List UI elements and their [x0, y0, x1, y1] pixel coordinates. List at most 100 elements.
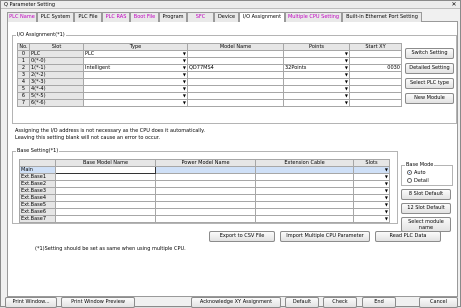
- start-xy-cell[interactable]: [349, 99, 402, 107]
- start-xy-cell[interactable]: [349, 71, 402, 79]
- power-model-cell[interactable]: [155, 201, 256, 209]
- dropdown-arrow-icon[interactable]: ▼: [183, 66, 186, 71]
- dropdown-arrow-icon[interactable]: ▼: [385, 182, 388, 187]
- dropdown-arrow-icon[interactable]: ▼: [385, 203, 388, 208]
- slots-cell[interactable]: ▼: [353, 208, 390, 216]
- model-cell[interactable]: [187, 99, 284, 107]
- slots-cell[interactable]: ▼: [353, 201, 390, 209]
- tab-device[interactable]: Device: [214, 12, 239, 22]
- 8-slot-default-button[interactable]: 8 Slot Default: [401, 189, 451, 200]
- table-row[interactable]: 4 3(*-3) ▼ ▼: [17, 78, 402, 86]
- model-cell[interactable]: QD77MS4: [187, 64, 284, 72]
- dropdown-arrow-icon[interactable]: ▼: [345, 101, 348, 106]
- table-row[interactable]: 3 2(*-2) ▼ ▼: [17, 71, 402, 79]
- tab-boot-file[interactable]: Boot File: [130, 12, 159, 22]
- dropdown-arrow-icon[interactable]: ▼: [385, 217, 388, 222]
- dropdown-arrow-icon[interactable]: ▼: [345, 87, 348, 92]
- power-model-cell[interactable]: [155, 215, 256, 223]
- switch-setting-button[interactable]: Switch Setting: [405, 48, 454, 59]
- check-button[interactable]: Check: [323, 297, 357, 308]
- slots-cell[interactable]: ▼: [353, 187, 390, 195]
- radio-selected-icon[interactable]: [407, 170, 412, 175]
- 12-slot-default-button[interactable]: 12 Slot Default: [401, 203, 451, 214]
- dropdown-arrow-icon[interactable]: ▼: [385, 168, 388, 173]
- end-button[interactable]: End: [362, 297, 396, 308]
- points-cell[interactable]: ▼: [283, 78, 350, 86]
- model-cell[interactable]: [187, 57, 284, 65]
- base-mode-detail-option[interactable]: Detail: [407, 178, 429, 185]
- dropdown-arrow-icon[interactable]: ▼: [345, 94, 348, 99]
- extension-cable-cell[interactable]: [255, 215, 354, 223]
- base-model-cell[interactable]: [55, 194, 156, 202]
- type-cell[interactable]: ▼: [83, 71, 188, 79]
- model-cell[interactable]: [187, 85, 284, 93]
- slots-cell[interactable]: ▼: [353, 173, 390, 181]
- power-model-cell[interactable]: [155, 194, 256, 202]
- table-row[interactable]: 0 PLC PLC ▼ ▼: [17, 50, 402, 58]
- type-cell[interactable]: PLC ▼: [83, 50, 188, 58]
- slots-cell[interactable]: ▼: [353, 166, 390, 174]
- close-icon[interactable]: ✕: [450, 1, 458, 8]
- start-xy-cell[interactable]: [349, 50, 402, 58]
- dropdown-arrow-icon[interactable]: ▼: [385, 175, 388, 180]
- extension-cable-cell[interactable]: [255, 166, 354, 174]
- new-module-button[interactable]: New Module: [405, 93, 454, 104]
- dropdown-arrow-icon[interactable]: ▼: [385, 210, 388, 215]
- dropdown-arrow-icon[interactable]: ▼: [345, 73, 348, 78]
- type-cell[interactable]: ▼: [83, 57, 188, 65]
- type-cell[interactable]: ▼: [83, 92, 188, 100]
- select-plc-type-button[interactable]: Select PLC type: [405, 78, 454, 89]
- base-model-cell[interactable]: [55, 173, 156, 181]
- start-xy-cell[interactable]: 0030: [349, 64, 402, 72]
- table-row[interactable]: Ext.Base7 ▼: [19, 215, 390, 223]
- start-xy-cell[interactable]: [349, 57, 402, 65]
- dropdown-arrow-icon[interactable]: ▼: [183, 87, 186, 92]
- base-model-cell[interactable]: [55, 201, 156, 209]
- points-cell[interactable]: ▼: [283, 71, 350, 79]
- table-row[interactable]: Ext.Base6 ▼: [19, 208, 390, 216]
- slots-cell[interactable]: ▼: [353, 215, 390, 223]
- type-cell[interactable]: Intelligent ▼: [83, 64, 188, 72]
- power-model-cell[interactable]: [155, 173, 256, 181]
- points-cell[interactable]: ▼: [283, 57, 350, 65]
- radio-empty-icon[interactable]: [407, 178, 412, 183]
- type-cell[interactable]: ▼: [83, 99, 188, 107]
- extension-cable-cell[interactable]: [255, 208, 354, 216]
- dropdown-arrow-icon[interactable]: ▼: [345, 59, 348, 64]
- tab-multiple-cpu[interactable]: Multiple CPU Setting: [285, 12, 342, 22]
- dropdown-arrow-icon[interactable]: ▼: [183, 101, 186, 106]
- base-model-cell[interactable]: [55, 215, 156, 223]
- table-row[interactable]: Ext.Base4 ▼: [19, 194, 390, 202]
- table-row[interactable]: 1 0(*-0) ▼ ▼: [17, 57, 402, 65]
- model-cell[interactable]: [187, 78, 284, 86]
- extension-cable-cell[interactable]: [255, 173, 354, 181]
- table-row[interactable]: 7 6(*-6) ▼ ▼: [17, 99, 402, 107]
- type-cell[interactable]: ▼: [83, 85, 188, 93]
- power-model-cell[interactable]: [155, 180, 256, 188]
- table-row[interactable]: Main ▼: [19, 166, 390, 174]
- dropdown-arrow-icon[interactable]: ▼: [345, 80, 348, 85]
- base-model-cell[interactable]: [55, 166, 156, 174]
- table-row[interactable]: 5 4(*-4) ▼ ▼: [17, 85, 402, 93]
- tab-plc-file[interactable]: PLC File: [74, 12, 102, 22]
- model-cell[interactable]: [187, 92, 284, 100]
- power-model-cell[interactable]: [155, 208, 256, 216]
- tab-plc-name[interactable]: PLC Name: [7, 12, 37, 22]
- dropdown-arrow-icon[interactable]: ▼: [183, 59, 186, 64]
- import-multiple-cpu-button[interactable]: Import Multiple CPU Parameter: [280, 231, 370, 242]
- slots-cell[interactable]: ▼: [353, 180, 390, 188]
- cancel-button[interactable]: Cancel: [419, 297, 458, 308]
- read-plc-data-button[interactable]: Read PLC Data: [375, 231, 441, 242]
- base-model-cell[interactable]: [55, 180, 156, 188]
- power-model-cell[interactable]: [155, 187, 256, 195]
- tab-program[interactable]: Program: [159, 12, 187, 22]
- dropdown-arrow-icon[interactable]: ▼: [345, 66, 348, 71]
- tab-plc-system[interactable]: PLC System: [37, 12, 74, 22]
- select-module-name-button[interactable]: Select module name: [401, 217, 451, 232]
- tab-sfc[interactable]: SFC: [187, 12, 214, 22]
- extension-cable-cell[interactable]: [255, 194, 354, 202]
- points-cell[interactable]: ▼: [283, 92, 350, 100]
- dropdown-arrow-icon[interactable]: ▼: [345, 52, 348, 57]
- dropdown-arrow-icon[interactable]: ▼: [183, 80, 186, 85]
- dropdown-arrow-icon[interactable]: ▼: [385, 189, 388, 194]
